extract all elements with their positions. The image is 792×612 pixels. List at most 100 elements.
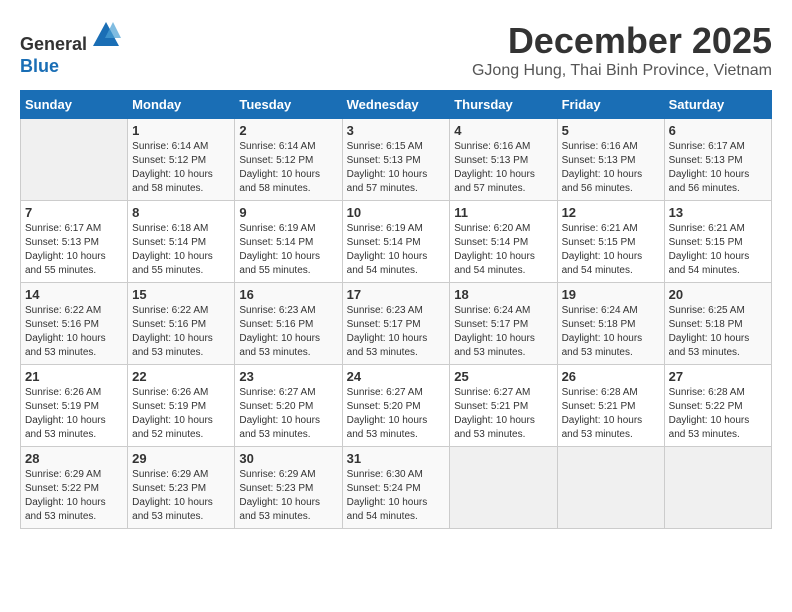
header-row: SundayMondayTuesdayWednesdayThursdayFrid… <box>21 91 772 119</box>
calendar-cell: 24 Sunrise: 6:27 AMSunset: 5:20 PMDayligh… <box>342 365 450 447</box>
day-number: 18 <box>454 287 552 302</box>
day-number: 20 <box>669 287 767 302</box>
calendar-cell: 30Sunrise: 6:29 AMSunset: 5:23 PMDayligh… <box>235 447 342 529</box>
day-info: Sunrise: 6:16 AMSunset: 5:13 PMDaylight:… <box>454 140 552 196</box>
calendar-header: SundayMondayTuesdayWednesdayThursdayFrid… <box>21 91 772 119</box>
day-info: Sunrise: 6:23 AMSunset: 5:17 PMDaylight:… <box>347 304 446 360</box>
calendar-cell: 8 Sunrise: 6:18 AMSunset: 5:14 PMDaylight… <box>128 201 235 283</box>
calendar-cell: 16 Sunrise: 6:23 AMSunset: 5:16 PMDayligh… <box>235 283 342 365</box>
day-info: Sunrise: 6:22 AMSunset: 5:16 PMDaylight:… <box>25 304 123 360</box>
day-number: 25 <box>454 369 552 384</box>
day-number: 6 <box>669 123 767 138</box>
day-number: 31 <box>347 451 446 466</box>
day-number: 16 <box>239 287 337 302</box>
day-info: Sunrise: 6:15 AMSunset: 5:13 PMDaylight:… <box>347 140 446 196</box>
day-number: 9 <box>239 205 337 220</box>
day-number: 5 <box>562 123 660 138</box>
day-info: Sunrise: 6:17 AMSunset: 5:13 PMDaylight:… <box>669 140 767 196</box>
day-number: 26 <box>562 369 660 384</box>
header-cell-saturday: Saturday <box>664 91 771 119</box>
month-title: December 2025 <box>472 20 772 62</box>
calendar-cell: 10 Sunrise: 6:19 AMSunset: 5:14 PMDayligh… <box>342 201 450 283</box>
calendar-cell: 17Sunrise: 6:23 AMSunset: 5:17 PMDayligh… <box>342 283 450 365</box>
calendar-cell: 11Sunrise: 6:20 AMSunset: 5:14 PMDayligh… <box>450 201 557 283</box>
day-number: 10 <box>347 205 446 220</box>
day-number: 3 <box>347 123 446 138</box>
header-cell-wednesday: Wednesday <box>342 91 450 119</box>
day-info: Sunrise: 6:27 AMSunset: 5:21 PMDaylight:… <box>454 386 552 442</box>
calendar-cell: 18 Sunrise: 6:24 AMSunset: 5:17 PMDayligh… <box>450 283 557 365</box>
day-info: Sunrise: 6:24 AMSunset: 5:18 PMDaylight:… <box>562 304 660 360</box>
day-number: 21 <box>25 369 123 384</box>
day-number: 29 <box>132 451 230 466</box>
day-number: 12 <box>562 205 660 220</box>
day-number: 27 <box>669 369 767 384</box>
day-number: 19 <box>562 287 660 302</box>
logo-blue: Blue <box>20 56 59 76</box>
title-block: December 2025 GJong Hung, Thai Binh Prov… <box>472 20 772 80</box>
header-cell-tuesday: Tuesday <box>235 91 342 119</box>
logo-icon <box>91 20 121 50</box>
calendar-cell: 26 Sunrise: 6:28 AMSunset: 5:21 PMDayligh… <box>557 365 664 447</box>
day-number: 28 <box>25 451 123 466</box>
day-info: Sunrise: 6:28 AMSunset: 5:21 PMDaylight:… <box>562 386 660 442</box>
calendar-cell: 13 Sunrise: 6:21 AMSunset: 5:15 PMDayligh… <box>664 201 771 283</box>
day-number: 8 <box>132 205 230 220</box>
day-number: 1 <box>132 123 230 138</box>
logo: General Blue <box>20 20 121 77</box>
week-row-1: 1 Sunrise: 6:14 AMSunset: 5:12 PMDaylight… <box>21 119 772 201</box>
calendar-cell: 1 Sunrise: 6:14 AMSunset: 5:12 PMDaylight… <box>128 119 235 201</box>
day-number: 22 <box>132 369 230 384</box>
calendar-cell: 2Sunrise: 6:14 AMSunset: 5:12 PMDaylight… <box>235 119 342 201</box>
header-cell-sunday: Sunday <box>21 91 128 119</box>
week-row-2: 7 Sunrise: 6:17 AMSunset: 5:13 PMDaylight… <box>21 201 772 283</box>
day-info: Sunrise: 6:26 AMSunset: 5:19 PMDaylight:… <box>25 386 123 442</box>
calendar-cell: 4 Sunrise: 6:16 AMSunset: 5:13 PMDaylight… <box>450 119 557 201</box>
calendar-cell <box>664 447 771 529</box>
day-number: 13 <box>669 205 767 220</box>
calendar-cell: 3 Sunrise: 6:15 AMSunset: 5:13 PMDaylight… <box>342 119 450 201</box>
day-info: Sunrise: 6:21 AMSunset: 5:15 PMDaylight:… <box>562 222 660 278</box>
day-info: Sunrise: 6:29 AMSunset: 5:23 PMDaylight:… <box>239 468 337 524</box>
day-info: Sunrise: 6:19 AMSunset: 5:14 PMDaylight:… <box>347 222 446 278</box>
day-number: 14 <box>25 287 123 302</box>
calendar-cell: 12 Sunrise: 6:21 AMSunset: 5:15 PMDayligh… <box>557 201 664 283</box>
day-number: 24 <box>347 369 446 384</box>
day-info: Sunrise: 6:21 AMSunset: 5:15 PMDaylight:… <box>669 222 767 278</box>
day-info: Sunrise: 6:29 AMSunset: 5:23 PMDaylight:… <box>132 468 230 524</box>
week-row-5: 28 Sunrise: 6:29 AMSunset: 5:22 PMDayligh… <box>21 447 772 529</box>
day-info: Sunrise: 6:23 AMSunset: 5:16 PMDaylight:… <box>239 304 337 360</box>
calendar-cell: 7 Sunrise: 6:17 AMSunset: 5:13 PMDaylight… <box>21 201 128 283</box>
calendar-cell <box>450 447 557 529</box>
day-number: 7 <box>25 205 123 220</box>
calendar-cell: 15 Sunrise: 6:22 AMSunset: 5:16 PMDayligh… <box>128 283 235 365</box>
day-info: Sunrise: 6:19 AMSunset: 5:14 PMDaylight:… <box>239 222 337 278</box>
calendar-cell: 9 Sunrise: 6:19 AMSunset: 5:14 PMDaylight… <box>235 201 342 283</box>
day-info: Sunrise: 6:20 AMSunset: 5:14 PMDaylight:… <box>454 222 552 278</box>
day-info: Sunrise: 6:27 AMSunset: 5:20 PMDaylight:… <box>347 386 446 442</box>
week-row-3: 14 Sunrise: 6:22 AMSunset: 5:16 PMDayligh… <box>21 283 772 365</box>
day-info: Sunrise: 6:22 AMSunset: 5:16 PMDaylight:… <box>132 304 230 360</box>
day-info: Sunrise: 6:18 AMSunset: 5:14 PMDaylight:… <box>132 222 230 278</box>
calendar-table: SundayMondayTuesdayWednesdayThursdayFrid… <box>20 90 772 529</box>
day-number: 4 <box>454 123 552 138</box>
day-info: Sunrise: 6:17 AMSunset: 5:13 PMDaylight:… <box>25 222 123 278</box>
calendar-cell: 28 Sunrise: 6:29 AMSunset: 5:22 PMDayligh… <box>21 447 128 529</box>
calendar-cell: 22 Sunrise: 6:26 AMSunset: 5:19 PMDayligh… <box>128 365 235 447</box>
location-title: GJong Hung, Thai Binh Province, Vietnam <box>472 62 772 80</box>
day-info: Sunrise: 6:29 AMSunset: 5:22 PMDaylight:… <box>25 468 123 524</box>
day-info: Sunrise: 6:16 AMSunset: 5:13 PMDaylight:… <box>562 140 660 196</box>
calendar-cell: 29 Sunrise: 6:29 AMSunset: 5:23 PMDayligh… <box>128 447 235 529</box>
calendar-cell: 6 Sunrise: 6:17 AMSunset: 5:13 PMDaylight… <box>664 119 771 201</box>
day-info: Sunrise: 6:30 AMSunset: 5:24 PMDaylight:… <box>347 468 446 524</box>
day-info: Sunrise: 6:26 AMSunset: 5:19 PMDaylight:… <box>132 386 230 442</box>
header-cell-thursday: Thursday <box>450 91 557 119</box>
calendar-cell: 14 Sunrise: 6:22 AMSunset: 5:16 PMDayligh… <box>21 283 128 365</box>
day-number: 15 <box>132 287 230 302</box>
day-number: 2 <box>239 123 337 138</box>
day-info: Sunrise: 6:24 AMSunset: 5:17 PMDaylight:… <box>454 304 552 360</box>
header-cell-friday: Friday <box>557 91 664 119</box>
calendar-cell <box>21 119 128 201</box>
day-info: Sunrise: 6:14 AMSunset: 5:12 PMDaylight:… <box>132 140 230 196</box>
day-number: 23 <box>239 369 337 384</box>
